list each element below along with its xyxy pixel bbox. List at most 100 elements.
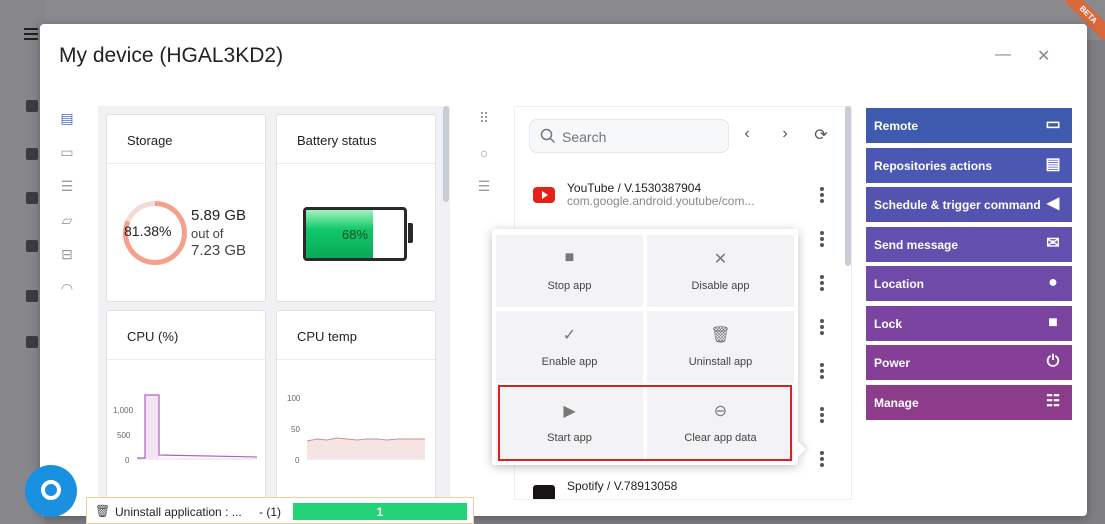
- task-count: - (1): [259, 505, 281, 519]
- app-options-kebab[interactable]: [819, 275, 825, 293]
- storage-view-icon[interactable]: ⊟: [58, 246, 76, 262]
- storage-total: 7.23 GB: [191, 242, 247, 259]
- envelope-icon: ✉: [1046, 235, 1060, 252]
- circle-view-icon[interactable]: ○: [475, 145, 493, 161]
- app-package: com.google.android.youtube/com...: [567, 194, 755, 208]
- search-icon: [540, 128, 556, 144]
- app-options-kebab[interactable]: [819, 319, 825, 337]
- widgets-scrollbar[interactable]: [443, 106, 449, 202]
- message-view-icon[interactable]: ▭: [58, 144, 76, 160]
- task-progress: 1: [293, 503, 467, 520]
- grid-view-icon[interactable]: ⠿: [475, 110, 493, 126]
- task-label: Uninstall application : ...: [115, 505, 242, 519]
- menu-view-icon[interactable]: ☰: [475, 178, 493, 194]
- bg-gear-icon: [26, 336, 38, 348]
- prev-page-button[interactable]: ‹: [739, 125, 755, 145]
- cpu-title: CPU (%): [127, 329, 179, 344]
- battery-percent: 68%: [341, 227, 369, 242]
- app-name: YouTube / V.1530387904: [567, 181, 702, 195]
- storage-percent: 81.38%: [124, 223, 172, 239]
- battery-widget: Battery status 68%: [276, 114, 436, 302]
- cpu-tick-1000: 1,000: [113, 406, 134, 415]
- search-input[interactable]: [562, 126, 722, 148]
- temp-tick-100: 100: [287, 394, 301, 403]
- bg-users-icon: [26, 240, 38, 252]
- bg-dashboard-icon: [26, 100, 38, 112]
- refresh-button[interactable]: ⟳: [813, 125, 829, 145]
- next-page-button[interactable]: ›: [777, 125, 793, 145]
- battery-title: Battery status: [297, 133, 377, 148]
- send-message-button[interactable]: Send message ✉: [866, 227, 1072, 262]
- monitor-icon: ▭: [1045, 116, 1061, 133]
- stop-app-button[interactable]: ■ Stop app: [496, 235, 643, 307]
- storage-out-of: out of: [191, 226, 224, 241]
- manage-button[interactable]: Manage ☷: [866, 385, 1072, 420]
- widgets-panel: Storage 81.38% 5.89 GB out of 7.23 GB Ba…: [98, 106, 450, 516]
- cpu-temp-title: CPU temp: [297, 329, 357, 344]
- disable-app-button[interactable]: ✕ Disable app: [647, 235, 794, 307]
- temp-tick-0: 0: [295, 456, 300, 465]
- checklist-icon: ☷: [1045, 393, 1061, 410]
- megaphone-icon: ◀: [1046, 195, 1060, 212]
- chat-support-button[interactable]: [25, 465, 77, 517]
- app-options-kebab[interactable]: [819, 407, 825, 425]
- trash-icon: 🗑: [95, 504, 111, 518]
- app-list-scrollbar[interactable]: [845, 106, 851, 266]
- close-icon: ✕: [713, 251, 728, 268]
- battery-tip: [408, 223, 413, 243]
- cpu-temp-chart: 100 50 0: [287, 394, 425, 465]
- app-options-kebab[interactable]: [819, 231, 825, 249]
- app-row-youtube[interactable]: YouTube / V.1530387904 com.google.androi…: [529, 179, 829, 219]
- clipboard-icon: ▤: [1045, 156, 1061, 173]
- bg-clipboard-icon: [26, 290, 38, 302]
- storage-widget: Storage 81.38% 5.89 GB out of 7.23 GB: [106, 114, 266, 302]
- enable-app-button[interactable]: ✓ Enable app: [496, 311, 643, 383]
- check-icon: ✓: [562, 327, 577, 344]
- task-progress-value: 1: [376, 505, 384, 519]
- app-options-kebab[interactable]: [819, 187, 825, 205]
- background-sidebar: [0, 0, 45, 524]
- device-dialog: My device (HGAL3KD2) — ✕ ▤ ▭ ☰ ▱ ⊟ ◠ Sto…: [40, 24, 1087, 516]
- repositories-actions-button[interactable]: Repositories actions ▤: [866, 148, 1072, 183]
- uninstall-app-button[interactable]: 🗑 Uninstall app: [647, 311, 794, 383]
- minimize-button[interactable]: —: [995, 46, 1011, 66]
- spotify-icon: [533, 485, 555, 499]
- lock-button[interactable]: Lock ■: [866, 306, 1072, 341]
- chat-icon: [41, 480, 61, 500]
- cpu-widget: CPU (%) 1,000 500 0: [106, 310, 266, 510]
- power-button[interactable]: Power ⏻: [866, 345, 1072, 380]
- dialog-title: My device (HGAL3KD2): [59, 44, 284, 67]
- storage-used: 5.89 GB: [191, 207, 247, 224]
- location-button[interactable]: Location ●: [866, 266, 1072, 301]
- stop-icon: ■: [564, 249, 575, 266]
- bg-menu-icon: [24, 28, 38, 40]
- cpu-temp-widget: CPU temp 100 50 0: [276, 310, 436, 510]
- app-options-kebab[interactable]: [819, 451, 825, 469]
- cpu-tick-500: 500: [117, 431, 131, 440]
- pin-icon: ●: [1048, 274, 1058, 291]
- trash-icon: 🗑: [710, 327, 731, 344]
- task-progress-bar: 🗑 Uninstall application : ... - (1) 1: [86, 497, 474, 524]
- bg-shield-icon: [26, 192, 38, 204]
- storage-title: Storage: [127, 133, 173, 148]
- app-options-kebab[interactable]: [819, 363, 825, 381]
- highlight-box: [498, 385, 792, 461]
- temp-tick-50: 50: [291, 425, 300, 434]
- wifi-view-icon[interactable]: ◠: [58, 280, 76, 296]
- close-button[interactable]: ✕: [1037, 46, 1051, 66]
- remote-button[interactable]: Remote ▭: [866, 108, 1072, 143]
- cpu-chart: 1,000 500 0: [113, 394, 258, 465]
- search-box: [529, 119, 729, 153]
- schedule-trigger-button[interactable]: Schedule & trigger command ◀: [866, 187, 1072, 222]
- youtube-icon: [533, 187, 555, 203]
- list-view-icon[interactable]: ☰: [58, 178, 76, 194]
- cpu-tick-0: 0: [125, 456, 130, 465]
- dashboard-view-icon[interactable]: ▤: [58, 110, 76, 126]
- lock-icon: ■: [1048, 314, 1058, 331]
- folder-view-icon[interactable]: ▱: [58, 212, 76, 228]
- app-name: Spotify / V.78913058: [567, 479, 678, 493]
- power-icon: ⏻: [1046, 353, 1060, 370]
- bg-device-icon: [26, 148, 38, 160]
- app-row-spotify[interactable]: Spotify / V.78913058: [529, 477, 829, 499]
- battery-gauge: 68%: [303, 207, 407, 261]
